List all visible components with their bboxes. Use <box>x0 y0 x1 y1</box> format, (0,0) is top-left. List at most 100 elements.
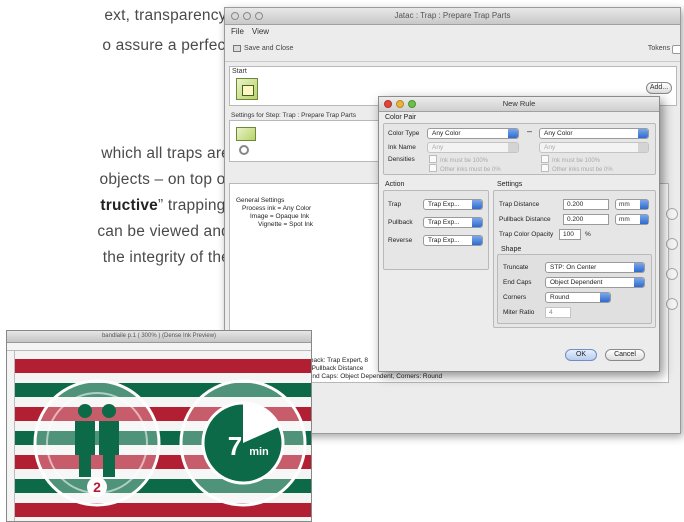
brochure-line-5: tructive” trapping, <box>0 197 230 215</box>
start-label: Start <box>232 68 247 75</box>
brochure-line-6: can be viewed and <box>97 223 230 240</box>
chevron-down-icon <box>472 236 482 245</box>
ink-100-checkbox-1[interactable]: Ink must be 100% <box>429 155 488 164</box>
tokens-icon <box>672 45 680 54</box>
settings-title: Settings <box>497 181 523 188</box>
ink-name-value-1: Any <box>432 144 444 151</box>
vertical-ruler <box>7 351 15 521</box>
chevron-down-icon <box>472 200 482 209</box>
miter-ratio-input[interactable]: 4 <box>545 307 571 318</box>
preview-titlebar: bandlaile p.1 ( 300% ) (Dense Ink Previe… <box>7 331 311 343</box>
trap-distance-unit-select[interactable]: mm <box>615 199 649 210</box>
side-button-1[interactable] <box>666 208 678 220</box>
brochure-line-7: the integrity of the <box>102 249 230 266</box>
side-button-2[interactable] <box>666 238 678 250</box>
brochure-bold-word: tructive <box>100 197 158 214</box>
menu-file[interactable]: File <box>231 27 244 36</box>
start-step-icon[interactable] <box>236 78 258 100</box>
color-type-value-1: Any Color <box>432 130 461 137</box>
pullback-distance-unit-select[interactable]: mm <box>615 214 649 225</box>
trap-select-value: Trap Exp... <box>428 201 460 208</box>
stripe-red-1 <box>15 359 311 373</box>
chevron-down-icon <box>508 143 518 152</box>
trap-distance-unit: mm <box>619 201 630 208</box>
timer-unit: min <box>249 446 269 458</box>
menu-view[interactable]: View <box>252 27 269 36</box>
other-inks-0-checkbox-1[interactable]: Other inks must be 0% <box>429 164 501 173</box>
ok-button[interactable]: OK <box>565 349 597 361</box>
ink-name-select-2[interactable]: Any <box>539 142 649 153</box>
menu-bar: File View <box>225 25 680 38</box>
brochure-line-3: which all traps are <box>101 145 230 162</box>
chevron-down-icon <box>638 143 648 152</box>
ink-100-checkbox-2[interactable]: Ink must be 100% <box>541 155 600 164</box>
color-type-value-2: Any Color <box>544 130 573 137</box>
truncate-select[interactable]: STP: On Center <box>545 262 645 273</box>
reverse-select[interactable]: Trap Exp... <box>423 235 483 246</box>
tree-item-image[interactable]: Image = Opaque Ink <box>250 213 309 220</box>
pullback-select-value: Trap Exp... <box>428 219 460 226</box>
color-type-select-1[interactable]: Any Color <box>427 128 519 139</box>
pullback-select[interactable]: Trap Exp... <box>423 217 483 228</box>
brochure-line-5-rest: ” trapping, <box>158 197 230 214</box>
other-inks-0-checkbox-2[interactable]: Other inks must be 0% <box>541 164 613 173</box>
pair-dash: – <box>527 126 533 136</box>
truncate-label: Truncate <box>503 264 529 271</box>
dialog-title: New Rule <box>502 99 536 108</box>
stripe-red-4 <box>15 503 311 517</box>
save-and-close-label: Save and Close <box>244 45 294 52</box>
settings-for-step-label: Settings for Step: Trap : Prepare Trap P… <box>231 112 357 119</box>
chevron-down-icon <box>634 278 644 287</box>
end-caps-select[interactable]: Object Dependent <box>545 277 645 288</box>
trap-label: Trap <box>388 201 402 208</box>
new-rule-dialog: New Rule Color Pair Color Type Any Color… <box>378 96 660 372</box>
rule-summary-line-3: er, End Caps: Object Dependent, Corners:… <box>299 373 443 380</box>
trap-select[interactable]: Trap Exp... <box>423 199 483 210</box>
brochure-line-4: objects – on top of <box>99 171 230 188</box>
side-button-4[interactable] <box>666 298 678 310</box>
ink-name-label: Ink Name <box>388 144 416 151</box>
color-pair-title: Color Pair <box>385 114 417 121</box>
tree-item-vignette[interactable]: Vignette = Spot Ink <box>258 221 313 228</box>
color-type-label: Color Type <box>388 130 420 137</box>
opacity-unit: % <box>585 231 591 238</box>
opacity-input[interactable]: 100 <box>559 229 581 240</box>
brochure-line-1: ext, transparency, <box>104 7 230 24</box>
corners-label: Corners <box>503 294 527 301</box>
tokens-menu[interactable]: Tokens <box>648 45 680 54</box>
brochure-line-2: o assure a perfect <box>102 37 230 54</box>
cancel-button[interactable]: Cancel <box>605 349 645 361</box>
corners-select[interactable]: Round <box>545 292 611 303</box>
color-type-select-2[interactable]: Any Color <box>539 128 649 139</box>
tree-item-process-ink[interactable]: Process ink = Any Color <box>242 205 311 212</box>
pullback-distance-label: Pullback Distance <box>499 216 551 223</box>
ink-name-select-1[interactable]: Any <box>427 142 519 153</box>
chevron-down-icon <box>640 200 648 209</box>
chevron-down-icon <box>600 293 610 302</box>
trap-distance-label: Trap Distance <box>499 201 540 208</box>
miter-ratio-label: Miter Ratio <box>503 309 535 316</box>
pullback-distance-input[interactable]: 0.200 <box>563 214 609 225</box>
end-caps-value: Object Dependent <box>550 279 603 286</box>
truncate-value: STP: On Center <box>550 264 597 271</box>
preview-window: bandlaile p.1 ( 300% ) (Dense Ink Previe… <box>6 330 312 522</box>
chevron-down-icon <box>472 218 482 227</box>
side-button-3[interactable] <box>666 268 678 280</box>
opacity-label: Trap Color Opacity <box>499 231 554 238</box>
side-buttons <box>666 208 678 328</box>
preview-artwork: 2 7 min <box>15 351 311 521</box>
add-button[interactable]: Add... <box>646 82 672 94</box>
tree-item-general-settings[interactable]: General Settings <box>236 197 284 204</box>
timer-icon: 7 min <box>179 379 307 507</box>
timer-number: 7 <box>228 431 242 461</box>
shape-title: Shape <box>501 246 522 253</box>
trap-step-icon[interactable] <box>236 127 256 141</box>
trap-distance-input[interactable]: 0.200 <box>563 199 609 210</box>
end-caps-label: End Caps <box>503 279 532 286</box>
horizontal-ruler <box>7 343 311 351</box>
chevron-down-icon <box>638 129 648 138</box>
dialog-titlebar: New Rule <box>379 97 659 112</box>
reverse-select-value: Trap Exp... <box>428 237 460 244</box>
gear-icon[interactable] <box>239 145 249 155</box>
save-and-close-button[interactable]: Save and Close <box>233 45 293 52</box>
